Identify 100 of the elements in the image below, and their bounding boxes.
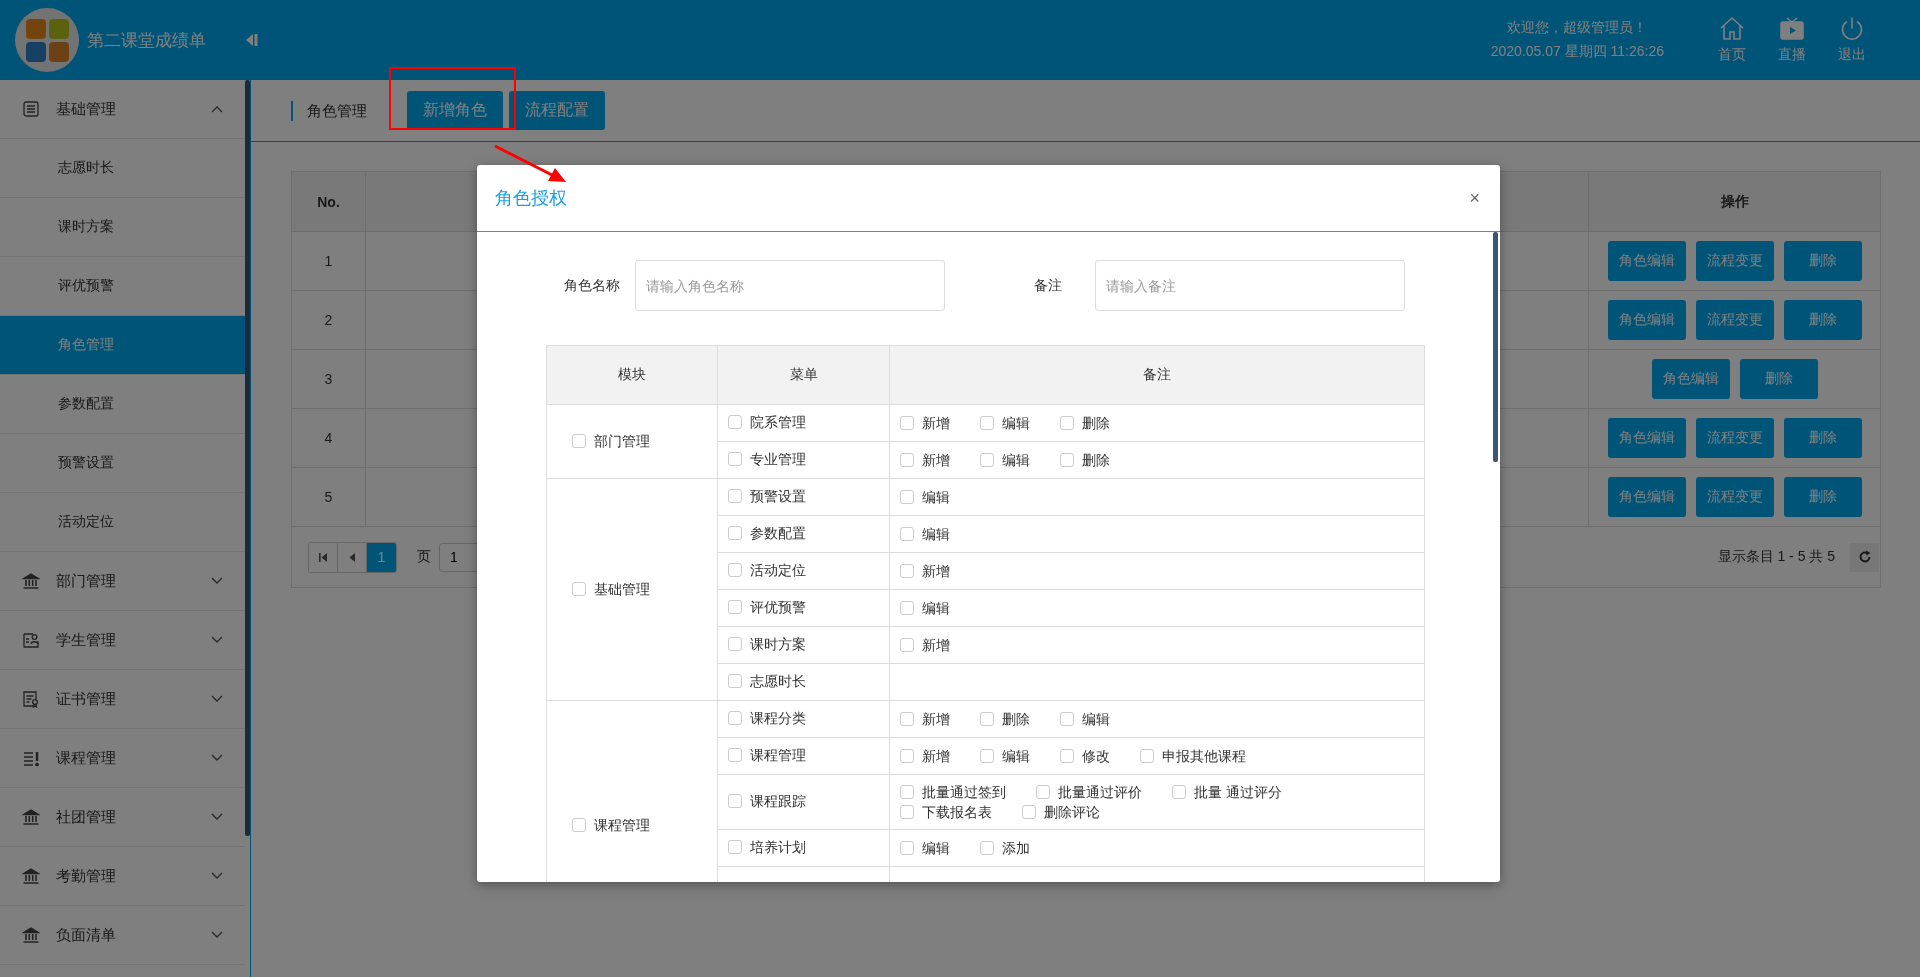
bank-icon bbox=[22, 926, 40, 944]
app-title: 第二课堂成绩单 bbox=[87, 29, 206, 52]
permission-label: 修改 bbox=[1082, 747, 1110, 766]
permission-label: 编辑 bbox=[922, 839, 950, 858]
table-cell: 2 bbox=[291, 290, 366, 350]
checkbox[interactable] bbox=[728, 748, 742, 762]
checkbox[interactable] bbox=[728, 489, 742, 503]
table-cell: 1 bbox=[291, 231, 366, 291]
checkbox[interactable] bbox=[900, 712, 914, 726]
refresh-icon[interactable] bbox=[1850, 542, 1879, 572]
checkbox[interactable] bbox=[1036, 785, 1050, 799]
checkbox[interactable] bbox=[728, 563, 742, 577]
checkbox[interactable] bbox=[572, 581, 586, 596]
page-button[interactable]: 1 bbox=[367, 542, 396, 572]
nav-button[interactable]: 首页 bbox=[1702, 16, 1762, 64]
checkbox[interactable] bbox=[728, 415, 742, 429]
checkbox[interactable] bbox=[900, 841, 914, 855]
permission-label: 编辑 bbox=[922, 488, 950, 507]
bank-icon bbox=[22, 867, 40, 885]
toolbar-button[interactable]: 新增角色 bbox=[407, 91, 503, 130]
checkbox[interactable] bbox=[980, 749, 994, 763]
column-header: 模块 bbox=[546, 345, 718, 405]
checkbox[interactable] bbox=[728, 600, 742, 614]
permission-label: 新增 bbox=[922, 414, 950, 433]
menu-label: 活动定位 bbox=[750, 561, 806, 580]
permission-label: 新增 bbox=[922, 747, 950, 766]
checkbox[interactable] bbox=[980, 841, 994, 855]
checkbox[interactable] bbox=[1172, 785, 1186, 799]
menu-label: 课程跟踪 bbox=[750, 792, 806, 811]
row-action-button[interactable]: 删除 bbox=[1783, 241, 1862, 281]
row-action-button[interactable]: 角色编辑 bbox=[1607, 477, 1686, 517]
bank-icon bbox=[22, 572, 40, 590]
group-label: 证书管理 bbox=[56, 689, 116, 709]
checkbox[interactable] bbox=[900, 453, 914, 467]
checkbox[interactable] bbox=[900, 638, 914, 652]
column-header: 菜单 bbox=[717, 345, 890, 405]
permission-label: 编辑 bbox=[1082, 710, 1110, 729]
row-action-button[interactable]: 流程变更 bbox=[1695, 418, 1774, 458]
sidebar-item[interactable]: 角色管理 bbox=[0, 316, 245, 375]
checkbox[interactable] bbox=[900, 785, 914, 799]
first-page-button[interactable] bbox=[309, 542, 338, 572]
checkbox[interactable] bbox=[728, 637, 742, 651]
checkbox[interactable] bbox=[728, 674, 742, 688]
checkbox[interactable] bbox=[1060, 712, 1074, 726]
checkbox[interactable] bbox=[980, 453, 994, 467]
prev-page-icon bbox=[348, 552, 356, 562]
row-action-button[interactable]: 删除 bbox=[1783, 418, 1862, 458]
checkbox[interactable] bbox=[1060, 416, 1074, 430]
nav-button[interactable]: 退出 bbox=[1822, 16, 1882, 64]
checkbox[interactable] bbox=[728, 840, 742, 854]
checkbox[interactable] bbox=[900, 805, 914, 819]
permission-label: 批量 通过评分 bbox=[1194, 783, 1282, 802]
row-action-button[interactable]: 角色编辑 bbox=[1607, 418, 1686, 458]
input-field[interactable]: 请输入角色名称 bbox=[635, 260, 945, 311]
row-action-button[interactable]: 删除 bbox=[1783, 300, 1862, 340]
checkbox[interactable] bbox=[728, 794, 742, 808]
row-action-button[interactable]: 角色编辑 bbox=[1651, 359, 1730, 399]
checkbox[interactable] bbox=[728, 452, 742, 466]
row-action-button[interactable]: 流程变更 bbox=[1695, 241, 1774, 281]
input-field[interactable]: 请输入备注 bbox=[1095, 260, 1405, 311]
checkbox[interactable] bbox=[900, 564, 914, 578]
permission-label: 批量通过评价 bbox=[1058, 783, 1142, 802]
group-label: 社团管理 bbox=[56, 807, 116, 827]
page-summary: 显示条目 1 - 5 共 5 bbox=[1717, 548, 1835, 566]
welcome-text: 欢迎您，超级管理员！ bbox=[1507, 19, 1648, 37]
checkbox[interactable] bbox=[900, 490, 914, 504]
checkbox[interactable] bbox=[900, 749, 914, 763]
toolbar-button[interactable]: 流程配置 bbox=[509, 91, 605, 130]
checkbox[interactable] bbox=[572, 433, 586, 448]
checkbox[interactable] bbox=[1022, 805, 1036, 819]
scrollbar-thumb[interactable] bbox=[245, 80, 250, 836]
checkbox[interactable] bbox=[900, 416, 914, 430]
checkbox[interactable] bbox=[900, 601, 914, 615]
scrollbar-thumb[interactable] bbox=[1493, 232, 1498, 462]
collapse-icon[interactable] bbox=[244, 32, 258, 48]
checkbox[interactable] bbox=[1140, 749, 1154, 763]
home-icon bbox=[1719, 16, 1745, 42]
row-action-button[interactable]: 流程变更 bbox=[1695, 300, 1774, 340]
row-action-button[interactable]: 删除 bbox=[1739, 359, 1818, 399]
checkbox[interactable] bbox=[900, 527, 914, 541]
checkbox[interactable] bbox=[728, 711, 742, 725]
nav-button[interactable]: 直播 bbox=[1762, 16, 1822, 64]
checkbox[interactable] bbox=[572, 818, 586, 832]
checkbox[interactable] bbox=[980, 712, 994, 726]
row-action-button[interactable]: 角色编辑 bbox=[1607, 241, 1686, 281]
table-cell: 5 bbox=[291, 467, 366, 527]
permission-label: 编辑 bbox=[1002, 747, 1030, 766]
permission-label: 编辑 bbox=[922, 599, 950, 618]
checkbox[interactable] bbox=[1060, 749, 1074, 763]
row-action-button[interactable]: 流程变更 bbox=[1695, 477, 1774, 517]
row-action-button[interactable]: 删除 bbox=[1783, 477, 1862, 517]
close-button[interactable]: × bbox=[1467, 187, 1482, 209]
checkbox[interactable] bbox=[728, 526, 742, 540]
checkbox[interactable] bbox=[980, 416, 994, 430]
checkbox[interactable] bbox=[1060, 453, 1074, 467]
certificate-icon bbox=[22, 690, 40, 708]
menu-label: 课程管理 bbox=[750, 746, 806, 765]
permission-label: 新增 bbox=[922, 451, 950, 470]
menu-label: 课时方案 bbox=[750, 635, 806, 654]
row-action-button[interactable]: 角色编辑 bbox=[1607, 300, 1686, 340]
